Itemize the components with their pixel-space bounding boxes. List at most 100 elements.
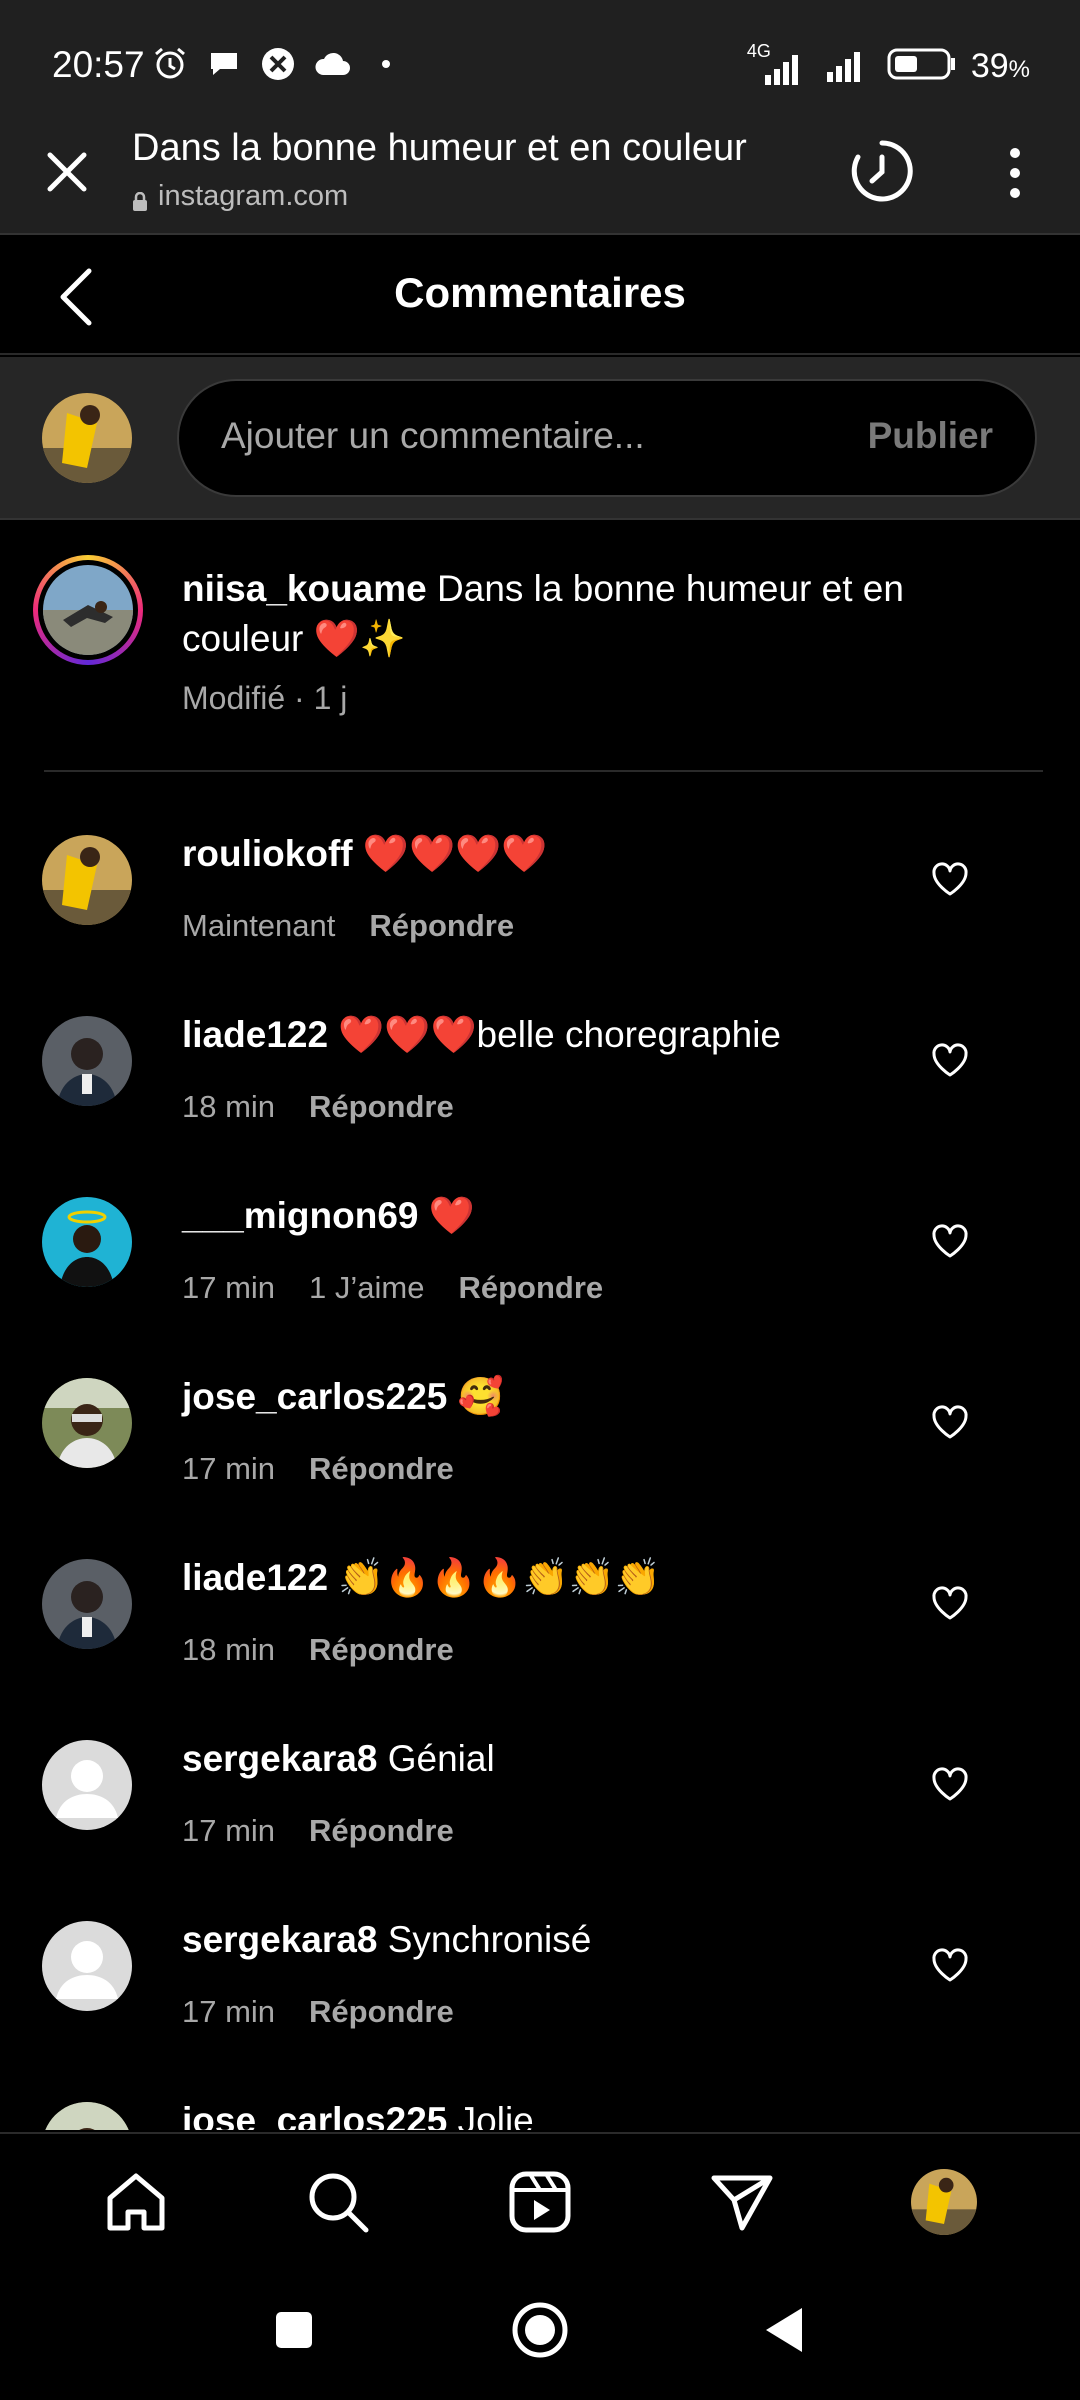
reels-icon[interactable] <box>504 2166 576 2238</box>
system-navigation-bar <box>0 2268 1080 2400</box>
history-icon[interactable] <box>848 137 916 205</box>
comment-time: 18 min <box>182 1089 276 1124</box>
comment-list[interactable]: rouliokoff ❤️❤️❤️❤️ Maintenant Répondre lia… <box>0 775 1080 2130</box>
comment-compose-bar: Publier <box>0 357 1080 520</box>
back-button-icon[interactable] <box>752 2298 816 2362</box>
avatar[interactable] <box>42 1016 132 1106</box>
comment-content: liade122 👏🔥🔥🔥👏👏👏 <box>182 1557 661 1600</box>
reply-button[interactable]: Répondre <box>309 1813 454 1849</box>
comment-content: ___mignon69 ❤️ <box>182 1195 475 1238</box>
home-button-icon[interactable] <box>508 2298 572 2362</box>
reply-button[interactable]: Répondre <box>369 908 514 944</box>
heart-icon[interactable] <box>930 1041 970 1081</box>
comment-item: sergekara8 Génial 17 min Répondre <box>0 1680 1080 1861</box>
comment-username[interactable]: ___mignon69 <box>182 1195 418 1236</box>
status-time: 20:57 <box>52 44 145 85</box>
signal-icon <box>821 44 873 89</box>
search-icon[interactable] <box>302 2166 374 2238</box>
post-caption: niisa_kouame Dans la bonne humeur et en … <box>0 522 1080 772</box>
more-notifications-dot-icon <box>366 44 406 84</box>
comment-username[interactable]: liade122 <box>182 1014 328 1055</box>
comment-username[interactable]: liade122 <box>182 1557 328 1598</box>
comment-username[interactable]: jose_carlos225 <box>182 1376 447 1417</box>
comment-text: Génial <box>387 1738 495 1779</box>
avatar[interactable] <box>42 835 132 925</box>
comment-meta: 18 min Répondre <box>182 1089 454 1125</box>
current-user-avatar <box>42 393 132 483</box>
comment-text: ❤️ <box>428 1195 475 1236</box>
recent-apps-icon[interactable] <box>262 2298 326 2362</box>
comment-text: 👏🔥🔥🔥👏👏👏 <box>338 1557 661 1598</box>
home-icon[interactable] <box>100 2166 172 2238</box>
bottom-navigation <box>0 2132 1080 2268</box>
avatar[interactable] <box>42 1921 132 2011</box>
comment-time: 18 min <box>182 1632 276 1667</box>
reply-button[interactable]: Répondre <box>309 1632 454 1668</box>
comment-meta: Maintenant Répondre <box>182 908 514 944</box>
heart-icon[interactable] <box>930 1403 970 1443</box>
comment-username[interactable]: sergekara8 <box>182 1919 377 1960</box>
comment-time: Maintenant <box>182 908 336 943</box>
comment-content: rouliokoff ❤️❤️❤️❤️ <box>182 833 547 876</box>
avatar[interactable] <box>42 2102 132 2130</box>
browser-page-title: Dans la bonne humeur et en couleur <box>132 127 747 169</box>
browser-toolbar: Dans la bonne humeur et en couleur insta… <box>0 125 1080 235</box>
avatar[interactable] <box>42 1197 132 1287</box>
comment-username[interactable]: jose_carlos225 <box>182 2100 447 2130</box>
story-ring[interactable] <box>33 555 143 665</box>
status-right-icons: 4G 39% <box>743 41 1030 89</box>
comment-likes[interactable]: 1 J’aime <box>309 1270 424 1306</box>
comment-input-field[interactable]: Publier <box>177 379 1037 497</box>
author-avatar <box>43 565 133 655</box>
reply-button[interactable]: Répondre <box>309 1451 454 1487</box>
close-icon[interactable] <box>42 147 92 197</box>
caption-username[interactable]: niisa_kouame <box>182 568 427 609</box>
lock-icon <box>132 187 148 211</box>
divider <box>44 770 1043 772</box>
comment-input[interactable] <box>221 415 821 457</box>
comment-meta: 17 min Répondre <box>182 1451 454 1487</box>
comments-header: Commentaires <box>0 235 1080 355</box>
reply-button[interactable]: Répondre <box>309 1089 454 1125</box>
status-notification-icons <box>150 44 406 84</box>
comment-meta: 17 min Répondre <box>182 1813 454 1849</box>
comment-item: liade122 👏🔥🔥🔥👏👏👏 18 min Répondre <box>0 1499 1080 1680</box>
cloud-icon <box>312 44 352 84</box>
avatar[interactable] <box>42 1559 132 1649</box>
reply-button[interactable]: Répondre <box>309 1994 454 2030</box>
heart-icon[interactable] <box>930 1946 970 1986</box>
comment-time: 17 min <box>182 1994 276 2029</box>
reply-button[interactable]: Répondre <box>458 1270 603 1306</box>
signal-4g-icon: 4G <box>743 41 807 87</box>
profile-avatar[interactable] <box>908 2166 980 2238</box>
status-bar: 20:57 4G 39% <box>0 0 1080 125</box>
comment-text: 🥰 <box>457 1376 504 1417</box>
caption-text: niisa_kouame Dans la bonne humeur et en … <box>182 564 942 664</box>
heart-icon[interactable] <box>930 1765 970 1805</box>
publish-button[interactable]: Publier <box>868 415 993 457</box>
comment-text: ❤️❤️❤️❤️ <box>362 833 548 874</box>
browser-url[interactable]: instagram.com <box>132 180 348 213</box>
comment-text: Synchronisé <box>387 1919 592 1960</box>
more-options-icon[interactable] <box>1000 143 1030 203</box>
heart-icon[interactable] <box>930 860 970 900</box>
heart-icon[interactable] <box>930 1584 970 1624</box>
direct-message-icon[interactable] <box>706 2166 778 2238</box>
comment-content: sergekara8 Synchronisé <box>182 1919 591 1961</box>
avatar[interactable] <box>42 1740 132 1830</box>
comment-item: sergekara8 Synchronisé 17 min Répondre <box>0 1861 1080 2042</box>
comment-username[interactable]: rouliokoff <box>182 833 353 874</box>
comment-username[interactable]: sergekara8 <box>182 1738 377 1779</box>
battery-icon <box>887 46 957 87</box>
page-title: Commentaires <box>394 269 686 316</box>
comment-text: Jolie <box>457 2100 534 2130</box>
heart-icon[interactable] <box>930 1222 970 1262</box>
browser-url-text: instagram.com <box>158 180 349 212</box>
comment-item: jose_carlos225 🥰 17 min Répondre <box>0 1318 1080 1499</box>
comment-meta: 17 min 1 J’aime Répondre <box>182 1270 603 1306</box>
comment-content: liade122 ❤️❤️❤️belle choregraphie <box>182 1014 781 1057</box>
caption-meta: Modifié · 1 j <box>182 680 348 716</box>
avatar[interactable] <box>42 1378 132 1468</box>
comment-content: jose_carlos225 🥰 <box>182 1376 504 1419</box>
comment-item: jose_carlos225 Jolie <box>0 2042 1080 2130</box>
